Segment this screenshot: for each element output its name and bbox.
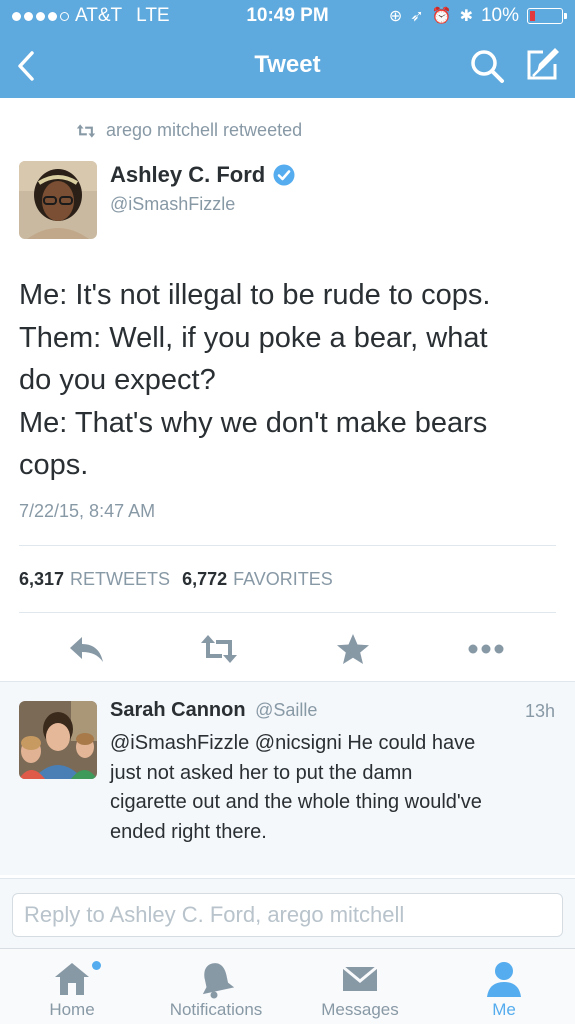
battery-icon <box>527 8 567 24</box>
rotation-lock-icon: ⊕ <box>388 8 403 25</box>
author-handle: @iSmashFizzle <box>110 194 236 214</box>
tweet-text-line: do you expect? <box>19 364 216 396</box>
tweet-author[interactable]: Ashley C. Ford @iSmashFizzle <box>110 162 295 215</box>
tweet-text-line: Them: Well, if you poke a bear, what <box>19 321 488 354</box>
star-icon[interactable] <box>333 632 373 666</box>
tab-notifications[interactable]: Notifications <box>161 949 271 1024</box>
tab-home[interactable]: Home <box>17 949 127 1024</box>
tab-notifications-label: Notifications <box>169 1000 263 1019</box>
divider <box>19 612 556 613</box>
tweet-text: Me: It's not illegal to be rude to cops.… <box>19 274 564 487</box>
tab-me[interactable]: Me <box>449 949 559 1024</box>
more-icon[interactable] <box>466 632 506 666</box>
compose-tweet-icon[interactable] <box>523 46 561 84</box>
author-name: Ashley C. Ford <box>110 162 266 187</box>
retweets-count[interactable]: 6,317 <box>19 569 64 590</box>
tweet-actions <box>0 626 575 670</box>
reply-text-line: cigarette out and the whole thing would'… <box>110 791 482 813</box>
bluetooth-icon: ✱ <box>459 8 473 25</box>
home-icon <box>55 963 89 995</box>
reply-composer <box>0 878 575 948</box>
home-badge <box>92 961 101 970</box>
tab-me-label: Me <box>492 1000 516 1019</box>
retweeted-by[interactable]: arego mitchell retweeted <box>76 120 302 141</box>
retweet-icon <box>76 123 96 138</box>
battery-percent: 10% <box>480 5 519 26</box>
status-bar: AT&T LTE 10:49 PM ⊕ ➶ ⏰ ✱ 10% <box>0 0 575 34</box>
search-icon[interactable] <box>469 48 505 84</box>
favorites-count[interactable]: 6,772 <box>182 569 227 590</box>
retweets-label[interactable]: RETWEETS <box>70 569 170 590</box>
alarm-icon: ⏰ <box>431 8 452 25</box>
header: AT&T LTE 10:49 PM ⊕ ➶ ⏰ ✱ 10% Tweet <box>0 0 575 98</box>
retweet-icon[interactable] <box>199 632 239 666</box>
verified-badge-icon <box>273 164 295 186</box>
location-icon: ➶ <box>410 8 424 25</box>
bell-icon <box>202 963 235 999</box>
favorites-label[interactable]: FAVORITES <box>233 569 333 590</box>
reply-author-handle[interactable]: @Saille <box>255 700 317 720</box>
reply-header: Sarah Cannon @Saille 13h <box>110 699 555 722</box>
reply-text-line: @iSmashFizzle @nicsigni He could have <box>110 732 476 754</box>
reply-tweet[interactable]: Sarah Cannon @Saille 13h @iSmashFizzle @… <box>0 681 575 875</box>
reply-time: 13h <box>524 701 555 721</box>
tab-bar: Home Notifications Messages Me <box>0 948 575 1024</box>
tweet-text-line: Me: That's why we don't make bears <box>19 406 488 439</box>
envelope-icon <box>342 965 378 991</box>
divider <box>19 545 556 546</box>
retweeted-by-label: arego mitchell retweeted <box>106 120 303 140</box>
person-icon <box>487 962 521 997</box>
reply-text-line: just not asked her to put the damn <box>110 761 413 784</box>
tweet-timestamp: 7/22/15, 8:47 AM <box>19 501 156 521</box>
reply-text: @iSmashFizzle @nicsigni He could have ju… <box>110 729 560 847</box>
tab-messages[interactable]: Messages <box>305 949 415 1024</box>
tweet-text-line: cops. <box>19 449 89 481</box>
tab-home-label: Home <box>49 1000 95 1019</box>
reply-author-name[interactable]: Sarah Cannon <box>110 699 246 721</box>
tweet-stats: 6,317 RETWEETS 6,772 FAVORITES <box>19 569 333 590</box>
tab-messages-label: Messages <box>321 1000 399 1019</box>
tweet-text-line: Me: It's not illegal to be rude to cops. <box>19 279 491 311</box>
reply-icon[interactable] <box>67 632 107 666</box>
avatar[interactable] <box>19 161 97 239</box>
reply-avatar[interactable] <box>19 701 97 779</box>
reply-input[interactable] <box>12 893 563 937</box>
reply-text-line: ended right there. <box>110 820 267 843</box>
nav-bar: Tweet <box>0 34 575 98</box>
